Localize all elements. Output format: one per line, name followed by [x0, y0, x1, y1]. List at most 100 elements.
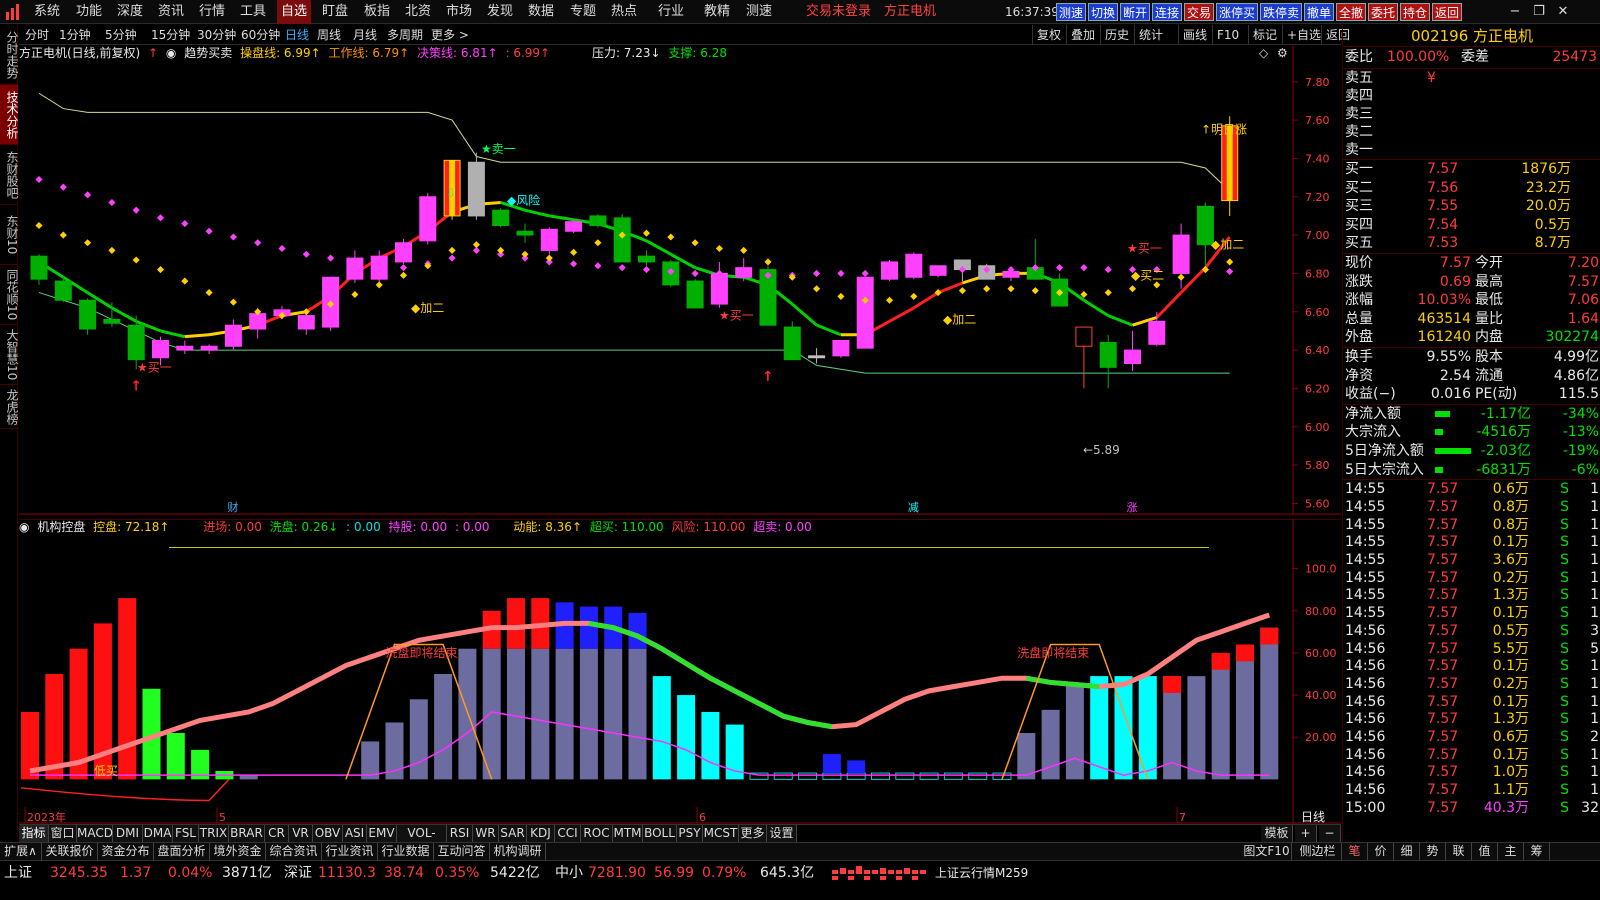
diamond-icon[interactable]: ◇	[1259, 46, 1269, 60]
menu-10[interactable]: 市场	[442, 0, 476, 24]
indicator-tab-15[interactable]: WR	[473, 825, 499, 842]
toolbar-button-2[interactable]: 断开	[1120, 3, 1151, 21]
minimize-icon[interactable]: −	[1504, 2, 1526, 22]
chart-tool-1[interactable]: 叠加	[1066, 25, 1099, 45]
trade-login-status[interactable]: 交易未登录	[806, 0, 871, 24]
indicator-tab-14[interactable]: RSI	[447, 825, 473, 842]
period-4[interactable]: 30分钟	[197, 25, 236, 45]
bottom-tab-8[interactable]: 互动问答	[434, 843, 490, 860]
indicator-toggle-icon[interactable]: ◉	[19, 520, 29, 534]
toolbar-button-11[interactable]: 返回	[1432, 3, 1463, 21]
toolbar-button-10[interactable]: 持仓	[1400, 3, 1431, 21]
menu-14[interactable]: 热点	[607, 0, 641, 24]
candle[interactable]	[176, 340, 194, 354]
period-5[interactable]: 60分钟	[241, 25, 280, 45]
period-3[interactable]: 15分钟	[151, 25, 190, 45]
bottom-tab-6[interactable]: 行业资讯	[322, 843, 378, 860]
indicator-tab-8[interactable]: CR	[265, 825, 289, 842]
chart-tool-3[interactable]: 统计	[1134, 25, 1167, 45]
toolbar-button-4[interactable]: 交易	[1184, 3, 1215, 21]
period-10[interactable]: 更多 >	[431, 25, 469, 45]
menu-12[interactable]: 数据	[524, 0, 558, 24]
candle[interactable]	[1075, 326, 1093, 389]
candle[interactable]	[54, 277, 72, 303]
bottom-right-7[interactable]: 值	[1472, 843, 1498, 860]
indicator-tab-18[interactable]: CCI	[555, 825, 581, 842]
chart-tool-6[interactable]: 标记	[1248, 25, 1281, 45]
indicator-name[interactable]: 趋势买卖	[184, 46, 232, 60]
period-1[interactable]: 1分钟	[59, 25, 91, 45]
candle[interactable]	[1196, 202, 1214, 266]
chart-tool-5[interactable]: F10	[1212, 25, 1243, 45]
menu-9[interactable]: 北资	[401, 0, 435, 24]
menu-8[interactable]: 板指	[360, 0, 394, 24]
bottom-tab-7[interactable]: 行业数据	[378, 843, 434, 860]
indicator-tab-3[interactable]: DMI	[113, 825, 143, 842]
indicator-tab-9[interactable]: VR	[289, 825, 313, 842]
menu-7[interactable]: 盯盘	[318, 0, 352, 24]
indicator-tab-7[interactable]: BRAR	[229, 825, 265, 842]
bottom-tab-2[interactable]: 资金分布	[98, 843, 154, 860]
candle[interactable]	[1124, 330, 1141, 372]
menu-5[interactable]: 工具	[236, 0, 270, 24]
candle[interactable]	[419, 192, 437, 245]
kline-chart[interactable]: 7.80 7.60 7.40 7.20 7.00 6.80 6.60 6.40 6.20 6.00…	[19, 45, 1341, 515]
toolbar-button-3[interactable]: 连接	[1152, 3, 1183, 21]
candle[interactable]	[808, 348, 826, 364]
indicator-chart[interactable]: 100.0 80.00 60.00 40.00 20.00 洗盘即将结束 洗盘即将结束低买 2…	[19, 519, 1341, 824]
sz-label[interactable]: 深证	[284, 865, 312, 881]
period-8[interactable]: 月线	[353, 25, 377, 45]
period-7[interactable]: 周线	[317, 25, 341, 45]
kline-chart-panel[interactable]: 7.80 7.60 7.40 7.20 7.00 6.80 6.60 6.40 6.20 6.00…	[19, 45, 1341, 515]
bottom-right-8[interactable]: 主	[1498, 843, 1524, 860]
chart-tool-4[interactable]: 画线	[1178, 25, 1211, 45]
indicator-tab-12[interactable]: EMV	[367, 825, 397, 842]
left-tab-1[interactable]: 技术分析	[0, 85, 19, 145]
bottom-right-5[interactable]: 势	[1420, 843, 1446, 860]
bottom-tab-9[interactable]: 机构调研	[490, 843, 546, 860]
period-2[interactable]: 5分钟	[105, 25, 137, 45]
indicator-right-1[interactable]: +	[1295, 825, 1317, 842]
period-9[interactable]: 多周期	[387, 25, 423, 45]
left-tab-6[interactable]: 龙虎榜	[0, 385, 19, 429]
menu-16[interactable]: 教精	[700, 0, 734, 24]
bottom-right-1[interactable]: 侧边栏 ≪	[1294, 843, 1342, 875]
toolbar-button-8[interactable]: 全撤	[1336, 3, 1367, 21]
toolbar-button-1[interactable]: 切换	[1088, 3, 1119, 21]
indicator-tab-2[interactable]: MACD	[77, 825, 113, 842]
candle[interactable]	[589, 214, 607, 228]
menu-17[interactable]: 测速	[742, 0, 776, 24]
bottom-tab-4[interactable]: 境外资金	[210, 843, 266, 860]
menu-11[interactable]: 发现	[483, 0, 517, 24]
stock-code-name[interactable]: 002196 方正电机	[1343, 25, 1600, 47]
candle[interactable]	[1026, 238, 1044, 280]
indicator-tab-24[interactable]: 更多	[739, 825, 767, 842]
menu-13[interactable]: 专题	[566, 0, 600, 24]
indicator-tab-4[interactable]: DMA	[143, 825, 173, 842]
indicator-toggle-icon[interactable]: ◉	[166, 46, 176, 60]
indicator-tab-10[interactable]: OBV	[313, 825, 343, 842]
bottom-tab-1[interactable]: 关联报价	[42, 843, 98, 860]
restore-icon[interactable]: ❐	[1528, 2, 1550, 22]
toolbar-button-0[interactable]: 测速	[1056, 3, 1087, 21]
indicator-tab-6[interactable]: TRIX	[199, 825, 229, 842]
menu-6[interactable]: 自选	[277, 0, 312, 24]
indicator-tab-23[interactable]: MCST	[703, 825, 739, 842]
bottom-right-2[interactable]: 笔	[1342, 843, 1368, 860]
left-tab-4[interactable]: 同花顺10	[0, 265, 19, 325]
candle[interactable]	[832, 340, 850, 358]
candle[interactable]	[783, 321, 801, 361]
left-tab-2[interactable]: 东财股吧	[0, 145, 19, 205]
candle[interactable]	[30, 254, 48, 285]
menu-1[interactable]: 功能	[72, 0, 106, 24]
toolbar-button-9[interactable]: 委托	[1368, 3, 1399, 21]
chart-tool-0[interactable]: 复权	[1032, 25, 1065, 45]
toolbar-button-5[interactable]: 涨停买	[1216, 3, 1259, 21]
candle[interactable]	[540, 227, 558, 255]
menu-4[interactable]: 行情	[195, 0, 229, 24]
indicator-tab-11[interactable]: ASI	[343, 825, 367, 842]
chart-tool-2[interactable]: 历史	[1100, 25, 1133, 45]
bottom-tab-0[interactable]: 扩展∧	[0, 843, 42, 860]
candle[interactable]	[516, 223, 534, 243]
candle[interactable]	[1099, 334, 1117, 389]
